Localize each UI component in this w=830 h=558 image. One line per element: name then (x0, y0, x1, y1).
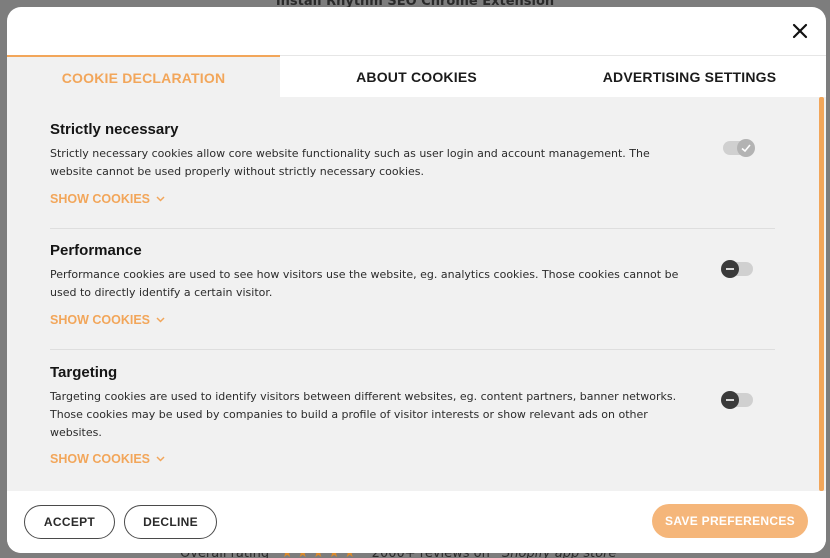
show-cookies-button[interactable]: SHOW COOKIES (50, 313, 165, 327)
tab-bar: COOKIE DECLARATION ABOUT COOKIES ADVERTI… (7, 55, 826, 98)
section-description: Performance cookies are used to see how … (50, 268, 679, 299)
section-description: Strictly necessary cookies allow core we… (50, 147, 650, 178)
show-cookies-label: SHOW COOKIES (50, 192, 151, 206)
modal-footer: ACCEPT DECLINE SAVE PREFERENCES (7, 491, 826, 553)
section-title: Strictly necessary (50, 121, 179, 138)
section-targeting: Targeting Targeting cookies are used to … (50, 364, 775, 491)
tab-advertising-settings[interactable]: ADVERTISING SETTINGS (553, 56, 826, 98)
section-title: Targeting (50, 364, 118, 381)
show-cookies-button[interactable]: SHOW COOKIES (50, 452, 165, 466)
show-cookies-label: SHOW COOKIES (50, 452, 151, 466)
cookie-categories-panel[interactable]: Strictly necessary Strictly necessary co… (7, 97, 826, 491)
scrollbar[interactable] (819, 97, 824, 491)
decline-button[interactable]: DECLINE (124, 505, 217, 539)
section-performance: Performance Performance cookies are used… (50, 242, 775, 350)
section-description: Targeting cookies are used to identify v… (50, 390, 677, 439)
accept-button[interactable]: ACCEPT (24, 505, 115, 539)
chevron-down-icon (156, 456, 165, 462)
tab-about-cookies[interactable]: ABOUT COOKIES (280, 56, 553, 98)
section-title: Performance (50, 242, 142, 259)
toggle-knob (737, 139, 755, 157)
minus-icon (726, 399, 734, 401)
close-button[interactable] (790, 21, 810, 41)
section-strictly-necessary: Strictly necessary Strictly necessary co… (50, 121, 775, 229)
chevron-down-icon (156, 196, 165, 202)
chevron-down-icon (156, 317, 165, 323)
save-preferences-button[interactable]: SAVE PREFERENCES (652, 504, 808, 538)
show-cookies-button[interactable]: SHOW COOKIES (50, 192, 165, 206)
minus-icon (726, 268, 734, 270)
cookie-consent-modal: COOKIE DECLARATION ABOUT COOKIES ADVERTI… (7, 7, 826, 553)
toggle-knob (721, 260, 739, 278)
performance-toggle[interactable] (721, 260, 753, 278)
toggle-knob (721, 391, 739, 409)
strictly-necessary-toggle[interactable] (723, 139, 755, 157)
show-cookies-label: SHOW COOKIES (50, 313, 151, 327)
checkmark-icon (741, 144, 751, 153)
tab-cookie-declaration[interactable]: COOKIE DECLARATION (7, 55, 280, 98)
targeting-toggle[interactable] (721, 391, 753, 409)
close-icon (792, 23, 808, 39)
